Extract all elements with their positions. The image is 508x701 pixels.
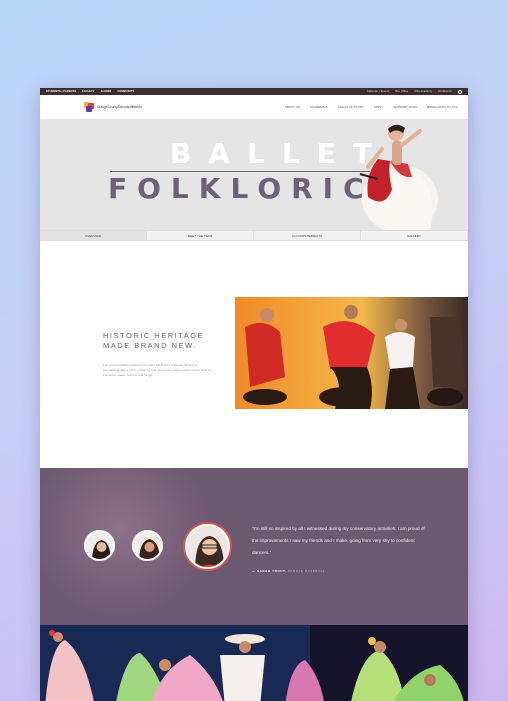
logo-text: OrangeCountySchoolsoftheArts	[97, 105, 142, 109]
nav-link-support[interactable]: Support OCSA	[393, 105, 417, 109]
search-icon[interactable]	[458, 89, 462, 94]
utility-bar: Students | Parents Faculty Alumni Commun…	[40, 88, 468, 95]
nav-link-bring-ocsa[interactable]: Bring OCSA to You	[427, 105, 458, 109]
heritage-section: Historic Heritage Made Brand New. The en…	[40, 241, 468, 468]
tab-overview[interactable]: Overview	[40, 231, 147, 240]
testimonial-author: — Sarah Trout,	[252, 569, 287, 573]
util-link-academy[interactable]: OSA Academy	[414, 90, 432, 93]
testimonial-quote: “I'm still so inspired by all I witnesse…	[252, 526, 425, 555]
performance-photo	[40, 625, 468, 701]
util-link-community[interactable]: Community	[117, 90, 134, 93]
performance-image	[40, 625, 468, 701]
testimonial-section: “I'm still so inspired by all I witnesse…	[40, 468, 468, 625]
testimonial-background-portrait	[40, 468, 205, 625]
nav-link-about[interactable]: About Us	[285, 105, 300, 109]
heritage-heading: Historic Heritage Made Brand New.	[103, 331, 204, 351]
avatar-student-1[interactable]	[84, 530, 115, 561]
heritage-heading-line1: Historic Heritage	[103, 331, 205, 340]
main-nav: OrangeCountySchoolsoftheArts About Us Ac…	[40, 95, 468, 119]
heritage-heading-line2: Made Brand New.	[103, 341, 197, 350]
avatar-student-2[interactable]	[132, 530, 163, 561]
tab-accomplishments[interactable]: Accomplishments	[254, 231, 361, 240]
nav-links: About Us Academics Areas of Study Apply …	[285, 105, 458, 109]
testimonial-attribution: — Sarah Trout, Parole Baseball	[252, 569, 325, 573]
dancers-photo	[235, 297, 468, 409]
util-link-box-office[interactable]: Box Office	[395, 90, 408, 93]
nav-link-areas-of-study[interactable]: Areas of Study	[338, 105, 364, 109]
util-link-calendar[interactable]: Calendar / Events	[367, 90, 389, 93]
utility-links-left: Students | Parents Faculty Alumni Commun…	[46, 90, 134, 93]
testimonial-role: Parole Baseball	[288, 569, 326, 573]
util-link-students[interactable]: Students | Parents	[46, 90, 76, 93]
section-tabs: Overview Meet the Team Accomplishments G…	[40, 230, 468, 241]
hero-banner: BALLET FOLKLORICO	[40, 119, 468, 230]
heritage-body: The enriched Ballet Folklorico Program w…	[103, 363, 212, 377]
avatar-student-3-active[interactable]	[185, 524, 230, 569]
util-link-workbench[interactable]: Workbench	[438, 90, 452, 93]
logo-icon	[84, 102, 94, 112]
tab-meet-the-team[interactable]: Meet the Team	[147, 231, 254, 240]
nav-link-academics[interactable]: Academics	[310, 105, 328, 109]
tab-gallery[interactable]: Gallery	[361, 231, 468, 240]
site-logo[interactable]: OrangeCountySchoolsoftheArts	[84, 102, 142, 112]
utility-links-right: Calendar / Events Box Office OSA Academy…	[367, 89, 462, 94]
page-frame: Students | Parents Faculty Alumni Commun…	[40, 88, 468, 701]
nav-link-apply[interactable]: Apply	[374, 105, 383, 109]
util-link-alumni[interactable]: Alumni	[101, 90, 112, 93]
dancer-image	[359, 124, 438, 230]
util-link-faculty[interactable]: Faculty	[82, 90, 94, 93]
